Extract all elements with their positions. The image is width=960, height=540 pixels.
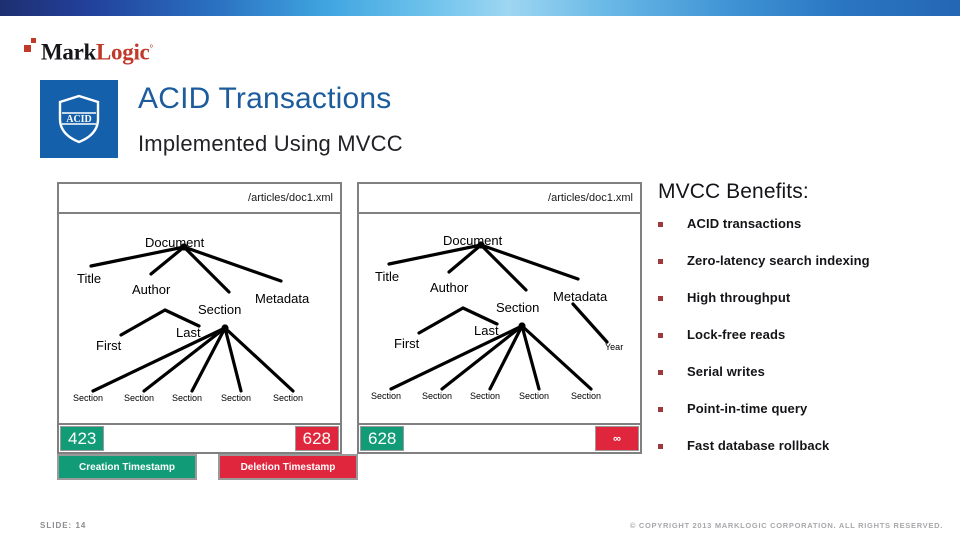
tree-leaf-section-2-1: Section xyxy=(371,391,402,401)
tree-leaf-section-2-3: Section xyxy=(470,391,501,401)
tree-leaf-section-1-5: Section xyxy=(273,393,304,403)
tree-node-document-2: Document xyxy=(443,233,503,248)
acid-shield-tile: ACID xyxy=(40,80,118,158)
benefit-item-6: Point-in-time query xyxy=(658,401,958,438)
tree-node-last-1: Last xyxy=(176,325,201,340)
logo-wordmark: MarkLogic° xyxy=(41,36,153,65)
creation-timestamp-chip-1: 423 xyxy=(60,426,105,451)
benefits-heading: MVCC Benefits: xyxy=(658,180,809,203)
document-tree-2: Document Title Author Section Metadata F… xyxy=(357,214,642,425)
tree-leaf-section-2-5: Section xyxy=(571,391,602,401)
logo-word-logic: Logic xyxy=(96,39,150,65)
top-gradient-bar xyxy=(0,0,960,16)
page-subtitle: Implemented Using MVCC xyxy=(138,131,403,156)
tree-leaf-section-1-4: Section xyxy=(221,393,252,403)
tree-node-document-1: Document xyxy=(145,235,205,250)
tree-node-title-1: Title xyxy=(77,271,102,286)
logo-word-mark: Mark xyxy=(41,39,97,65)
benefit-label-7: Fast database rollback xyxy=(687,438,830,453)
document-version-card-1: /articles/doc1.xml Document Title Author… xyxy=(57,182,342,454)
slide-number: SLIDE: 14 xyxy=(40,521,87,530)
bullet-square-icon xyxy=(658,333,663,338)
tree-node-section-2: Section xyxy=(496,300,540,315)
benefit-label-6: Point-in-time query xyxy=(687,401,808,416)
logo-trademark: ° xyxy=(149,43,153,53)
tree-node-author-2: Author xyxy=(430,280,469,295)
logo-squares-icon xyxy=(24,36,41,58)
bullet-square-icon xyxy=(658,444,663,449)
tree-node-first-2: First xyxy=(394,336,420,351)
benefit-item-3: High throughput xyxy=(658,290,958,327)
shield-icon: ACID xyxy=(58,94,100,144)
creation-timestamp-chip-2: 628 xyxy=(360,426,405,451)
document-header-2: /articles/doc1.xml xyxy=(357,182,642,214)
tree-node-metadata-1: Metadata xyxy=(255,291,310,306)
legend-deletion-timestamp: Deletion Timestamp xyxy=(218,454,358,480)
benefit-label-3: High throughput xyxy=(687,290,791,305)
tree-leaf-section-2-4: Section xyxy=(519,391,550,401)
benefit-item-7: Fast database rollback xyxy=(658,438,958,475)
document-footer-2: 628 ∞ xyxy=(357,425,642,454)
tree-leaf-section-1-2: Section xyxy=(124,393,155,403)
shield-acid-label: ACID xyxy=(66,114,92,125)
tree-node-author-1: Author xyxy=(132,282,171,297)
benefit-label-2: Zero-latency search indexing xyxy=(687,253,870,268)
benefit-item-2: Zero-latency search indexing xyxy=(658,253,958,290)
slide-root: MarkLogic° ACID ACID Transactions Implem… xyxy=(0,0,960,540)
benefit-item-4: Lock-free reads xyxy=(658,327,958,364)
bullet-square-icon xyxy=(658,259,663,264)
mvcc-benefits-panel: MVCC Benefits: ACID transactions Zero-la… xyxy=(658,180,958,475)
deletion-timestamp-chip-2: ∞ xyxy=(595,426,639,451)
benefit-label-4: Lock-free reads xyxy=(687,327,786,342)
tree-node-last-2: Last xyxy=(474,323,499,338)
benefit-label-1: ACID transactions xyxy=(687,216,802,231)
tree-leaf-section-2-2: Section xyxy=(422,391,453,401)
tree-node-title-2: Title xyxy=(375,269,400,284)
timestamp-legend: Creation Timestamp Deletion Timestamp xyxy=(57,454,358,480)
benefit-label-5: Serial writes xyxy=(687,364,765,379)
tree-node-section-1: Section xyxy=(198,302,242,317)
document-footer-1: 423 628 xyxy=(57,425,342,454)
document-path-2: /articles/doc1.xml xyxy=(548,192,633,204)
copyright-notice: © COPYRIGHT 2013 MARKLOGIC CORPORATION. … xyxy=(629,521,943,530)
bullet-square-icon xyxy=(658,222,663,227)
page-title: ACID Transactions xyxy=(138,82,392,115)
bullet-square-icon xyxy=(658,296,663,301)
document-header-1: /articles/doc1.xml xyxy=(57,182,342,214)
document-version-card-2: /articles/doc1.xml Document Title Author… xyxy=(357,182,642,454)
tree-node-first-1: First xyxy=(96,338,122,353)
tree-leaf-section-1-1: Section xyxy=(73,393,104,403)
benefit-item-5: Serial writes xyxy=(658,364,958,401)
document-path-1: /articles/doc1.xml xyxy=(248,192,333,204)
bullet-square-icon xyxy=(658,407,663,412)
tree-node-year-2: Year xyxy=(605,342,624,352)
tree-leaf-section-1-3: Section xyxy=(172,393,203,403)
deletion-timestamp-chip-1: 628 xyxy=(294,426,339,451)
benefit-item-1: ACID transactions xyxy=(658,216,958,253)
marklogic-logo: MarkLogic° xyxy=(24,36,153,65)
legend-creation-timestamp: Creation Timestamp xyxy=(57,454,197,480)
document-tree-1: Document Title Author Section Metadata F… xyxy=(57,214,342,425)
bullet-square-icon xyxy=(658,370,663,375)
tree-node-metadata-2: Metadata xyxy=(553,289,608,304)
